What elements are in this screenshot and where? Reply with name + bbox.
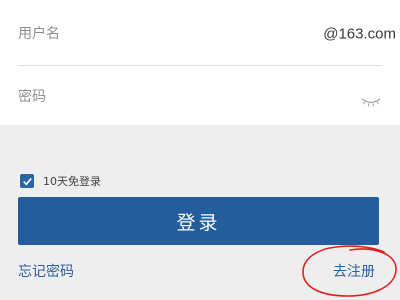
register-link[interactable]: 去注册 [333,261,375,281]
credentials-card: @163.com [0,0,400,125]
username-input[interactable] [18,26,298,42]
eye-closed-icon[interactable] [360,93,382,107]
checkmark-icon [22,177,32,185]
forgot-password-link[interactable]: 忘记密码 [18,261,74,281]
remember-me-label: 10天免登录 [43,175,101,188]
login-button[interactable]: 登录 [18,197,379,245]
remember-me-row[interactable]: 10天免登录 [20,172,101,190]
remember-me-checkbox[interactable] [20,174,34,188]
password-input[interactable] [18,89,298,105]
username-field[interactable]: @163.com [0,3,400,65]
password-field[interactable] [0,66,400,128]
login-page: @163.com 10天免登录 登录 忘记密码 去注册 [0,0,400,300]
email-domain-suffix: @163.com [323,25,396,43]
